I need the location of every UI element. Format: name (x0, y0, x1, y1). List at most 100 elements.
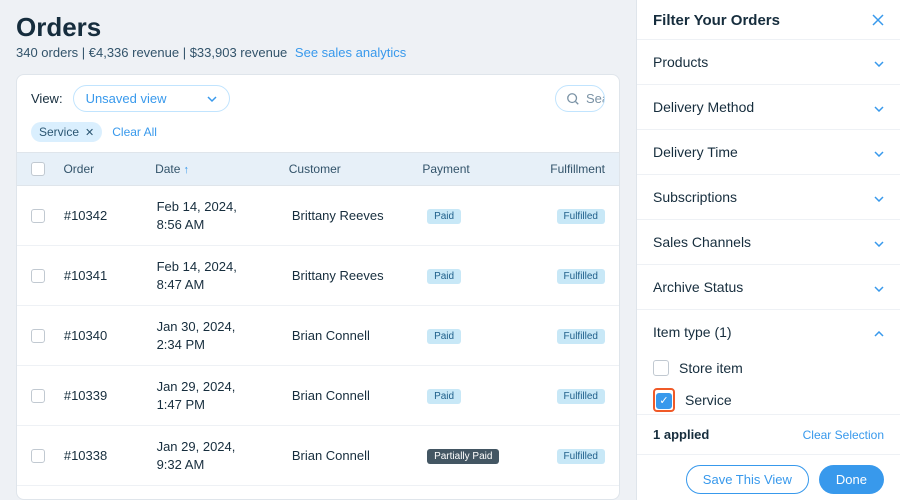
filter-section-products[interactable]: Products (637, 39, 900, 84)
row-checkbox[interactable] (31, 269, 45, 283)
fulfillment-cell: Fulfilled (557, 387, 605, 404)
filter-section-delivery-method[interactable]: Delivery Method (637, 84, 900, 129)
row-checkbox[interactable] (31, 449, 45, 463)
payment-badge-paid: Paid (427, 389, 461, 404)
col-order[interactable]: Order (63, 162, 155, 176)
fulfillment-cell: Fulfilled (557, 207, 605, 224)
filter-section-sales-channels[interactable]: Sales Channels (637, 219, 900, 264)
chevron-down-icon (874, 235, 884, 250)
fulfillment-badge: Fulfilled (557, 269, 605, 284)
col-date[interactable]: Date↑ (155, 162, 289, 176)
view-select[interactable]: Unsaved view (73, 85, 230, 112)
customer-name: Brittany Reeves (292, 208, 427, 223)
see-analytics-link[interactable]: See sales analytics (295, 45, 406, 60)
order-date: Feb 14, 2024,8:47 AM (157, 258, 292, 293)
filter-section-label: Sales Channels (653, 234, 751, 250)
chevron-down-icon (207, 94, 217, 104)
fulfillment-badge: Fulfilled (557, 389, 605, 404)
select-all-checkbox[interactable] (31, 162, 45, 176)
chevron-down-icon (874, 100, 884, 115)
checkbox-unchecked-icon[interactable] (653, 360, 669, 376)
search-placeholder: Search (586, 91, 605, 106)
filter-option-store-item[interactable]: Store item (653, 354, 884, 382)
checkbox-checked-icon[interactable]: ✓ (656, 393, 672, 409)
filter-section-label: Products (653, 54, 708, 70)
order-date: Jan 29, 2024,1:47 PM (157, 378, 292, 413)
col-date-label: Date (155, 162, 180, 176)
filter-section-subscriptions[interactable]: Subscriptions (637, 174, 900, 219)
payment-cell: Paid (427, 207, 556, 224)
filter-option-label: Store item (679, 360, 743, 376)
table-row[interactable]: #10341Feb 14, 2024,8:47 AMBrittany Reeve… (17, 246, 619, 306)
order-id: #10338 (64, 448, 157, 463)
remove-chip-icon[interactable]: ✕ (85, 126, 94, 139)
order-id: #10339 (64, 388, 157, 403)
payment-cell: Paid (427, 327, 556, 344)
fulfillment-badge: Fulfilled (557, 449, 605, 464)
fulfillment-cell: Fulfilled (557, 447, 605, 464)
col-customer[interactable]: Customer (289, 162, 423, 176)
filter-section-delivery-time[interactable]: Delivery Time (637, 129, 900, 174)
table-row[interactable]: #10337Jan 29, 2024,9:07 AMBrian ConnellP… (17, 486, 619, 499)
table-row[interactable]: #10340Jan 30, 2024,2:34 PMBrian ConnellP… (17, 306, 619, 366)
col-payment[interactable]: Payment (422, 162, 550, 176)
summary-text: 340 orders | €4,336 revenue | $33,903 re… (16, 45, 287, 60)
filter-chip-label: Service (39, 125, 79, 139)
filter-section-item-type[interactable]: Item type (1) (637, 309, 900, 354)
order-date: Feb 14, 2024,8:56 AM (157, 198, 292, 233)
col-fulfillment[interactable]: Fulfillment (550, 162, 605, 176)
payment-badge-paid: Paid (427, 269, 461, 284)
clear-all-filters[interactable]: Clear All (112, 125, 157, 139)
clear-selection-link[interactable]: Clear Selection (803, 428, 884, 442)
row-checkbox[interactable] (31, 389, 45, 403)
payment-badge-partial: Partially Paid (427, 449, 499, 464)
chevron-up-icon (874, 325, 884, 340)
filter-section-label: Archive Status (653, 279, 743, 295)
table-row[interactable]: #10338Jan 29, 2024,9:32 AMBrian ConnellP… (17, 426, 619, 486)
chevron-down-icon (874, 145, 884, 160)
order-id: #10341 (64, 268, 157, 283)
filter-chip-service[interactable]: Service ✕ (31, 122, 102, 142)
payment-cell: Paid (427, 267, 556, 284)
table-row[interactable]: #10342Feb 14, 2024,8:56 AMBrittany Reeve… (17, 186, 619, 246)
order-id: #10342 (64, 208, 157, 223)
order-date: Jan 29, 2024,9:32 AM (157, 438, 292, 473)
filter-section-label: Delivery Method (653, 99, 754, 115)
chevron-down-icon (874, 190, 884, 205)
fulfillment-cell: Fulfilled (557, 267, 605, 284)
table-header: Order Date↑ Customer Payment Fulfillment (17, 152, 619, 186)
applied-count: 1 applied (653, 427, 709, 442)
filter-panel: Filter Your Orders Products Delivery Met… (636, 0, 900, 500)
order-date: Jan 30, 2024,2:34 PM (157, 318, 292, 353)
done-button[interactable]: Done (819, 465, 884, 494)
row-checkbox[interactable] (31, 209, 45, 223)
chevron-down-icon (874, 280, 884, 295)
close-icon (872, 14, 884, 26)
payment-badge-paid: Paid (427, 209, 461, 224)
filter-panel-title: Filter Your Orders (653, 12, 780, 29)
filter-section-label: Item type (1) (653, 324, 732, 340)
order-date: Jan 29, 2024,9:07 AM (157, 498, 292, 499)
fulfillment-badge: Fulfilled (557, 329, 605, 344)
customer-name: Brian Connell (292, 328, 427, 343)
close-filter-button[interactable] (872, 13, 884, 29)
table-row[interactable]: #10339Jan 29, 2024,1:47 PMBrian ConnellP… (17, 366, 619, 426)
customer-name: Brittany Reeves (292, 268, 427, 283)
fulfillment-badge: Fulfilled (557, 209, 605, 224)
customer-name: Brian Connell (292, 388, 427, 403)
customer-name: Brian Connell (292, 448, 427, 463)
filter-option-label: Service (685, 392, 732, 408)
save-view-button[interactable]: Save This View (686, 465, 809, 494)
filter-section-label: Subscriptions (653, 189, 737, 205)
filter-option-service[interactable]: ✓ Service (653, 382, 884, 414)
view-select-value: Unsaved view (86, 91, 167, 106)
order-id: #10340 (64, 328, 157, 343)
filter-section-archive-status[interactable]: Archive Status (637, 264, 900, 309)
orders-summary: 340 orders | €4,336 revenue | $33,903 re… (16, 45, 620, 60)
row-checkbox[interactable] (31, 329, 45, 343)
filter-section-label: Delivery Time (653, 144, 738, 160)
chevron-down-icon (874, 55, 884, 70)
search-input[interactable]: Search (555, 85, 605, 112)
search-icon (566, 92, 580, 106)
page-title: Orders (16, 12, 620, 43)
